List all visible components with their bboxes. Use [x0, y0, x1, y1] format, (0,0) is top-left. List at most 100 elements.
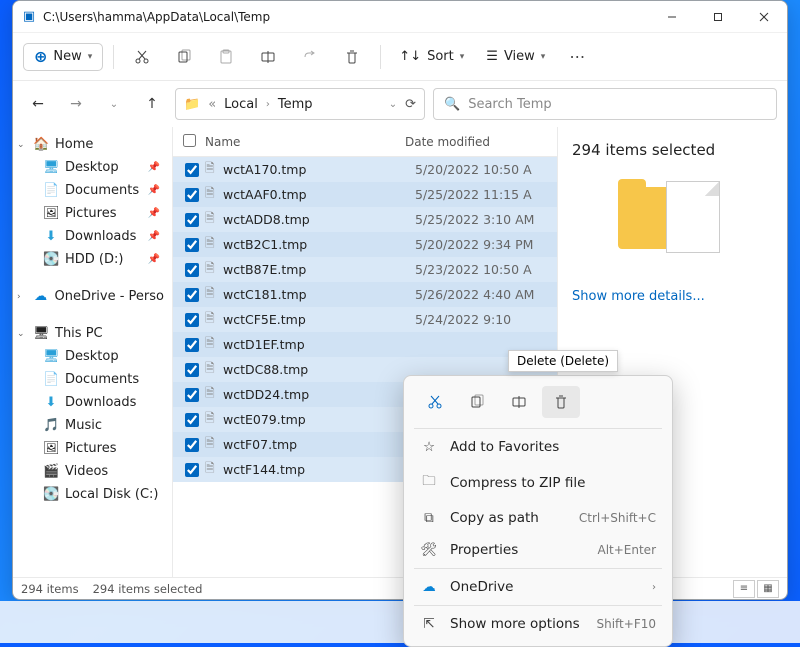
ctx-cut-button[interactable] — [416, 386, 454, 418]
file-icon: 🗎 — [205, 334, 223, 355]
column-date[interactable]: Date modified — [405, 135, 557, 149]
pc-icon: 🖥 — [33, 326, 49, 341]
minimize-button[interactable] — [649, 1, 695, 33]
view-button[interactable]: ☰ View ▾ — [478, 44, 553, 69]
column-name[interactable]: Name — [205, 135, 405, 149]
copy-button[interactable] — [166, 39, 202, 75]
recent-button[interactable]: ⌄ — [99, 89, 129, 119]
ctx-delete-button[interactable] — [542, 386, 580, 418]
delete-button[interactable] — [334, 39, 370, 75]
sort-label: Sort — [427, 49, 454, 64]
navigation-pane[interactable]: ⌄🏠Home 🖥Desktop📌 📄Documents📌 🖼Pictures📌 … — [13, 127, 173, 577]
sidebar-item-tpc-music[interactable]: 🎵Music — [13, 414, 172, 437]
chevron-down-icon[interactable]: ⌄ — [389, 99, 397, 110]
rename-button[interactable] — [250, 39, 286, 75]
file-name: wctB2C1.tmp — [223, 237, 415, 252]
cut-button[interactable] — [124, 39, 160, 75]
row-checkbox[interactable] — [183, 363, 201, 377]
paste-button[interactable] — [208, 39, 244, 75]
separator — [113, 45, 114, 69]
row-checkbox[interactable] — [183, 438, 201, 452]
file-row[interactable]: 🗎wctD1EF.tmp — [173, 332, 557, 357]
row-checkbox[interactable] — [183, 463, 201, 477]
sidebar-item-tpc-documents[interactable]: 📄Documents — [13, 368, 172, 391]
file-date: 5/20/2022 9:34 PM — [415, 237, 533, 252]
search-icon: 🔍 — [444, 97, 460, 112]
downloads-icon: ⬇ — [43, 229, 59, 244]
sort-button[interactable]: ↑↓ Sort ▾ — [391, 44, 472, 69]
refresh-button[interactable]: ⟳ — [405, 97, 416, 112]
ctx-add-to-favorites[interactable]: ☆Add to Favorites — [410, 431, 666, 463]
file-row[interactable]: 🗎wctADD8.tmp5/25/2022 3:10 AM — [173, 207, 557, 232]
sidebar-item-tpc-pictures[interactable]: 🖼Pictures — [13, 437, 172, 460]
sidebar-item-downloads[interactable]: ⬇Downloads📌 — [13, 225, 172, 248]
sidebar-item-home[interactable]: ⌄🏠Home — [13, 133, 172, 156]
forward-button[interactable]: → — [61, 89, 91, 119]
sidebar-item-thispc[interactable]: ⌄🖥This PC — [13, 322, 172, 345]
row-checkbox[interactable] — [183, 188, 201, 202]
file-name: wctDD24.tmp — [223, 387, 415, 402]
ctx-properties[interactable]: 🛠PropertiesAlt+Enter — [410, 534, 666, 566]
file-icon: 🗎 — [205, 259, 223, 280]
file-name: wctF07.tmp — [223, 437, 415, 452]
row-checkbox[interactable] — [183, 288, 201, 302]
file-row[interactable]: 🗎wctA170.tmp5/20/2022 10:50 A — [173, 157, 557, 182]
thumbnails-view-button[interactable]: ▦ — [757, 580, 779, 598]
file-row[interactable]: 🗎wctAAF0.tmp5/25/2022 11:15 A — [173, 182, 557, 207]
sidebar-item-tpc-localdisk[interactable]: 💽Local Disk (C:) — [13, 483, 172, 506]
row-checkbox[interactable] — [183, 388, 201, 402]
sidebar-item-pictures[interactable]: 🖼Pictures📌 — [13, 202, 172, 225]
ctx-copy-as-path[interactable]: ⧉Copy as pathCtrl+Shift+C — [410, 502, 666, 534]
sidebar-item-documents[interactable]: 📄Documents📌 — [13, 179, 172, 202]
separator — [414, 428, 662, 429]
sidebar-item-hdd[interactable]: 💽HDD (D:)📌 — [13, 248, 172, 271]
more-button[interactable]: ⋯ — [559, 39, 595, 75]
copy-icon: ⧉ — [420, 510, 438, 526]
tooltip: Delete (Delete) — [508, 350, 618, 372]
show-more-details-link[interactable]: Show more details... — [572, 289, 705, 304]
back-button[interactable]: ← — [23, 89, 53, 119]
row-checkbox[interactable] — [183, 263, 201, 277]
maximize-button[interactable] — [695, 1, 741, 33]
chevron-right-icon: › — [652, 582, 656, 593]
sidebar-item-onedrive[interactable]: ›☁OneDrive - Perso — [13, 285, 172, 308]
up-button[interactable]: ↑ — [137, 89, 167, 119]
select-all-checkbox[interactable] — [183, 134, 196, 147]
share-button[interactable] — [292, 39, 328, 75]
sidebar-item-tpc-desktop[interactable]: 🖥Desktop — [13, 345, 172, 368]
ctx-compress-zip[interactable]: 🗀Compress to ZIP file — [410, 463, 666, 502]
sidebar-item-tpc-downloads[interactable]: ⬇Downloads — [13, 391, 172, 414]
row-checkbox[interactable] — [183, 338, 201, 352]
breadcrumb-parent[interactable]: Local — [224, 97, 258, 112]
breadcrumb-current[interactable]: Temp — [278, 97, 313, 112]
sidebar-item-desktop[interactable]: 🖥Desktop📌 — [13, 156, 172, 179]
ctx-show-more-options[interactable]: ⇱Show more optionsShift+F10 — [410, 608, 666, 640]
search-input[interactable]: 🔍 Search Temp — [433, 88, 777, 120]
sidebar-item-tpc-videos[interactable]: 🎬Videos — [13, 460, 172, 483]
new-label: New — [53, 49, 81, 64]
file-row[interactable]: 🗎wctC181.tmp5/26/2022 4:40 AM — [173, 282, 557, 307]
file-row[interactable]: 🗎wctCF5E.tmp5/24/2022 9:10 — [173, 307, 557, 332]
ctx-copy-button[interactable] — [458, 386, 496, 418]
ctx-onedrive[interactable]: ☁OneDrive› — [410, 571, 666, 603]
row-checkbox[interactable] — [183, 213, 201, 227]
titlebar: ▣ C:\Users\hamma\AppData\Local\Temp — [13, 1, 787, 33]
row-checkbox[interactable] — [183, 163, 201, 177]
file-name: wctA170.tmp — [223, 162, 415, 177]
row-checkbox[interactable] — [183, 413, 201, 427]
file-row[interactable]: 🗎wctB2C1.tmp5/20/2022 9:34 PM — [173, 232, 557, 257]
taskbar[interactable] — [0, 601, 800, 643]
pictures-icon: 🖼 — [43, 441, 59, 456]
close-button[interactable] — [741, 1, 787, 33]
pictures-icon: 🖼 — [43, 206, 59, 221]
row-checkbox[interactable] — [183, 238, 201, 252]
address-bar[interactable]: 📁 « Local › Temp ⌄ ⟳ — [175, 88, 425, 120]
share-icon — [302, 49, 318, 65]
new-button[interactable]: ⊕ New ▾ — [23, 43, 103, 71]
file-row[interactable]: 🗎wctB87E.tmp5/23/2022 10:50 A — [173, 257, 557, 282]
window-title: C:\Users\hamma\AppData\Local\Temp — [39, 10, 649, 24]
music-icon: 🎵 — [43, 418, 59, 433]
details-view-button[interactable]: ≡ — [733, 580, 755, 598]
ctx-rename-button[interactable] — [500, 386, 538, 418]
row-checkbox[interactable] — [183, 313, 201, 327]
